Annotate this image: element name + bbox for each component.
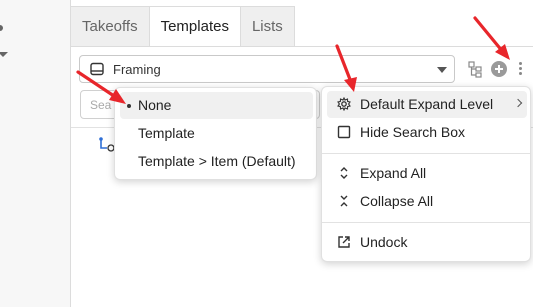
add-circle-icon[interactable] [491,61,507,77]
menu-item-default-expand-level[interactable]: Default Expand Level [327,91,527,118]
kebab-menu-icon[interactable] [519,62,523,78]
chevron-down-icon[interactable] [0,52,8,57]
menu-item-collapse-all[interactable]: Collapse All [327,188,527,215]
toolbar-tree-icon[interactable] [468,61,483,78]
gear-icon [337,97,351,111]
template-select[interactable]: Framing [79,55,455,83]
menu-item-template-item-default[interactable]: Template > Item (Default) [120,148,313,175]
menu-separator [322,153,530,154]
expand-icon [340,167,348,179]
expand-level-menu: None Template Template > Item (Default) [114,87,317,180]
undock-icon [338,236,350,248]
menu-item-template[interactable]: Template [120,120,313,147]
tab-divider [71,46,533,47]
template-icon [90,62,104,76]
menu-item-undock[interactable]: Undock [327,229,527,256]
left-pane [0,0,71,307]
menu-item-none[interactable]: None [120,92,313,119]
options-menu: Default Expand Level Hide Search Box Exp… [321,86,531,262]
tab-lists[interactable]: Lists [240,6,295,46]
pane-handle-icon[interactable] [0,25,3,31]
menu-item-expand-all[interactable]: Expand All [327,160,527,187]
selected-bullet-icon [127,104,131,108]
collapse-icon [340,195,348,207]
tab-takeoffs[interactable]: Takeoffs [71,6,150,46]
menu-separator [322,222,530,223]
tab-bar: Takeoffs Templates Lists [71,6,295,46]
search-placeholder: Sea [90,98,112,112]
template-select-value: Framing [113,62,161,77]
menu-item-hide-search-box[interactable]: Hide Search Box [327,119,527,146]
chevron-right-icon [513,98,523,108]
checkbox-icon [337,125,351,139]
chevron-down-icon [437,67,447,73]
tab-templates[interactable]: Templates [149,6,241,46]
